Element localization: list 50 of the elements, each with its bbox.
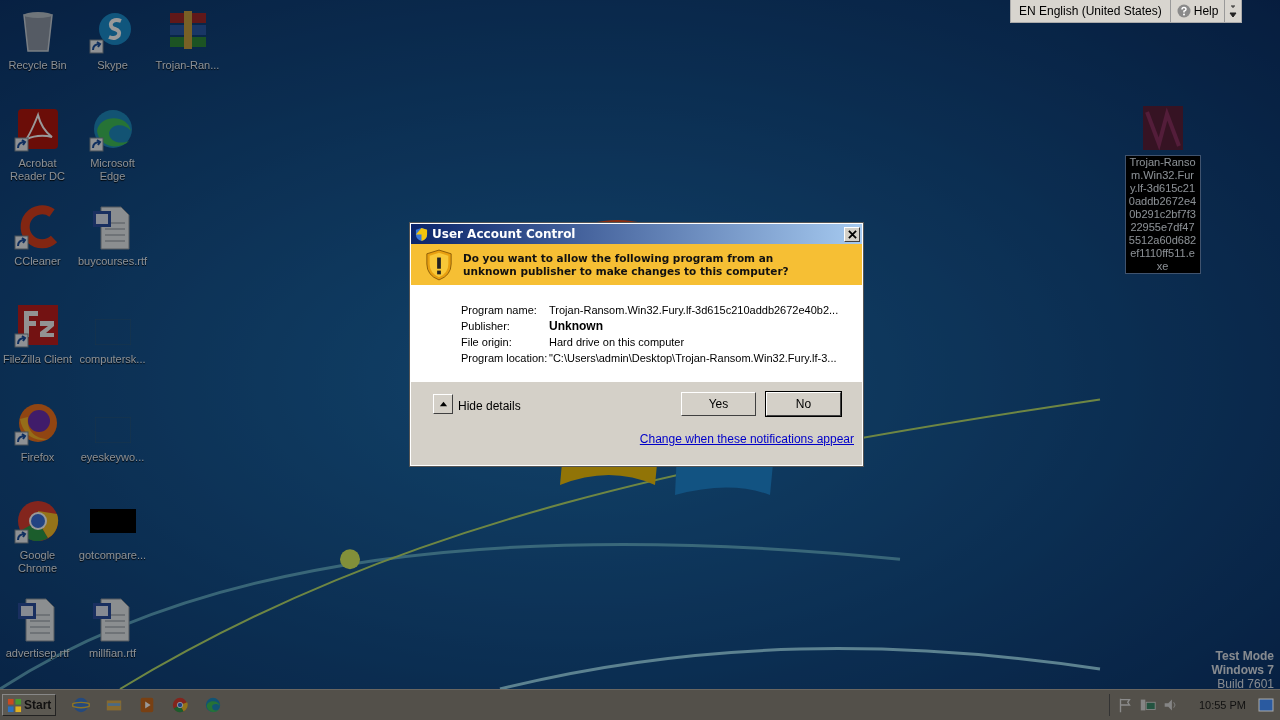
window-title: User Account Control: [432, 227, 577, 241]
globe-icon[interactable]: [72, 696, 91, 714]
watermark-text: Test Mode: [1215, 649, 1274, 663]
icon-label[interactable]: millfian.rtf: [75, 646, 150, 661]
edge-icon[interactable]: [204, 696, 223, 714]
icon-label[interactable]: Trojan-Ran...: [150, 58, 225, 73]
icon-label[interactable]: CCleaner: [0, 254, 75, 269]
icon-label[interactable]: Skype: [75, 58, 150, 73]
close-button[interactable]: [844, 226, 860, 242]
detail-label: Program name:: [461, 302, 538, 317]
icon-label[interactable]: Trojan-Ransom.Win32.Fury.lf-3d615c210addb2672e40b291c2bf7f322955e7df475512a60d682ef1110ff511.exe: [1124, 155, 1201, 274]
language-button[interactable]: EN English (United States): [1011, 0, 1171, 22]
settings-link[interactable]: Change when these notifications appear: [639, 432, 854, 446]
question-text: Do you want to allow the following program from an unknown publisher to make changes to this computer?: [463, 251, 790, 278]
detail-label: Publisher:: [461, 318, 511, 333]
icon-label[interactable]: advertisep.rtf: [0, 646, 75, 661]
icon-label[interactable]: Google Chrome: [0, 548, 75, 576]
dialog-button[interactable]: Yes: [681, 392, 756, 416]
show-desktop-icon[interactable]: [1258, 698, 1274, 712]
icon-label[interactable]: gotcompare...: [75, 548, 150, 563]
help-button[interactable]: Help: [1170, 0, 1226, 22]
detail-label: Program location:: [461, 350, 549, 365]
watermark-text: Build 7601: [1217, 677, 1274, 689]
windows-logo-icon: [7, 697, 22, 713]
icon-label[interactable]: computersk...: [75, 352, 150, 367]
toggle-label: Hide details: [458, 399, 521, 413]
icon-label[interactable]: Recycle Bin: [0, 58, 75, 73]
detail-value: Hard drive on this computer: [549, 334, 686, 349]
icon-label[interactable]: eyeskeywo...: [75, 450, 150, 465]
detail-value: "C:\Users\admin\Desktop\Trojan-Ransom.Win32.Fury.lf-3...: [549, 350, 838, 365]
warning-shield-icon: [425, 248, 453, 281]
icon-label[interactable]: Firefox: [0, 450, 75, 465]
detail-value: Unknown: [549, 318, 604, 333]
icon-label[interactable]: FileZilla Client: [0, 352, 75, 367]
detail-value: Trojan-Ransom.Win32.Fury.lf-3d615c210addb2672e40b2...: [549, 302, 840, 317]
close-icon: [847, 229, 857, 239]
icon-label[interactable]: Microsoft Edge: [75, 156, 150, 184]
help-icon: [1176, 4, 1191, 18]
options-icon[interactable]: [1228, 2, 1239, 20]
caret-up-icon: [438, 399, 448, 409]
details-toggle-button[interactable]: [433, 394, 453, 414]
chrome-icon[interactable]: [171, 696, 190, 714]
clock[interactable]: 10:55 PM: [1198, 699, 1246, 711]
icon-label[interactable]: buycourses.rtf: [75, 254, 150, 269]
detail-label: File origin:: [461, 334, 513, 349]
watermark-text: Windows 7: [1211, 663, 1274, 677]
start-button[interactable]: Start: [2, 694, 57, 716]
icon-label[interactable]: Acrobat Reader DC: [0, 156, 75, 184]
shield-icon: [415, 226, 428, 242]
dialog-button[interactable]: No: [766, 392, 841, 416]
